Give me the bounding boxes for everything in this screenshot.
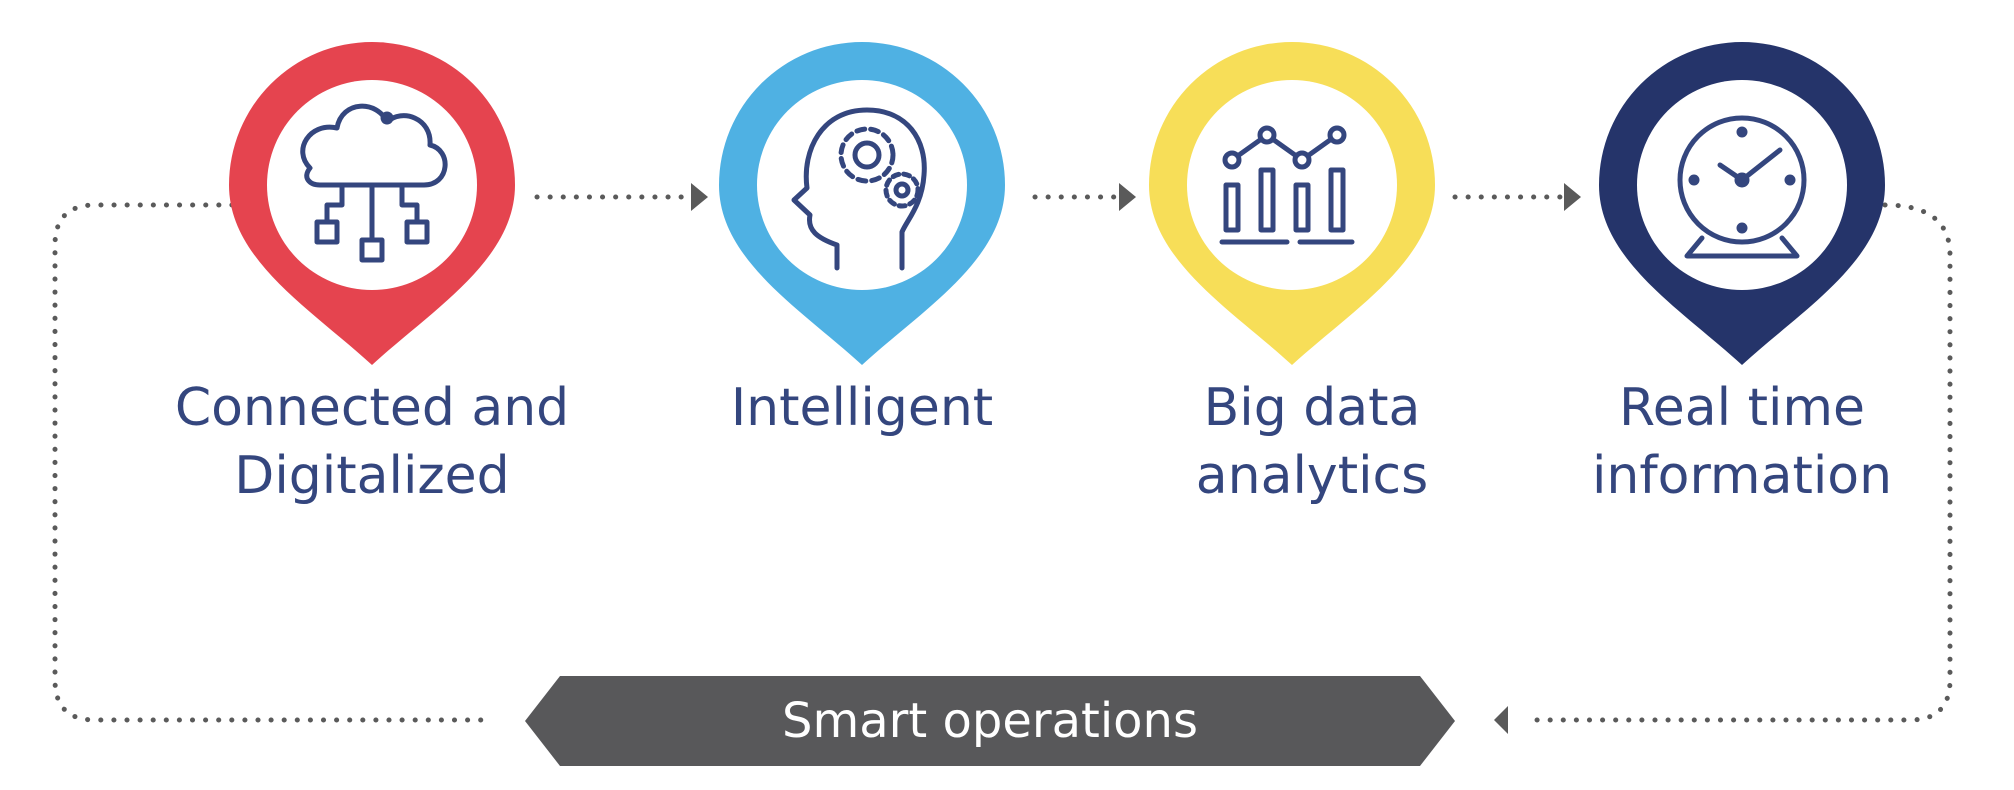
arrow-to-analytics-icon: [1119, 183, 1136, 211]
arrow-to-clock-icon: [1564, 183, 1581, 211]
step-label-realtime: Real time information: [1562, 374, 1922, 510]
arrow-to-smart-operations-icon: [1494, 706, 1508, 734]
step-label-analytics: Big data analytics: [1162, 374, 1462, 510]
step-label-line1: Connected and: [174, 378, 570, 438]
pin-analytics: [1149, 42, 1435, 365]
smart-operations-label: Smart operations: [782, 693, 1198, 749]
step-label-line2: analytics: [1195, 446, 1429, 506]
step-label-line1: Intelligent: [730, 378, 994, 438]
pin-inner-circle: [1187, 80, 1397, 290]
step-label-intelligent: Intelligent: [712, 374, 1012, 442]
step-label-line2: Digitalized: [234, 446, 510, 506]
step-label-line1: Big data: [1203, 378, 1421, 438]
pin-clock: [1599, 42, 1885, 365]
arrow-to-intelligent-icon: [691, 183, 708, 211]
smart-operations-banner: Smart operations: [525, 676, 1455, 766]
step-label-line2: information: [1591, 446, 1893, 506]
step-label-connected: Connected and Digitalized: [172, 374, 572, 510]
pin-intelligent: [719, 42, 1005, 365]
pin-connected: [229, 42, 515, 365]
step-label-line1: Real time: [1618, 378, 1866, 438]
